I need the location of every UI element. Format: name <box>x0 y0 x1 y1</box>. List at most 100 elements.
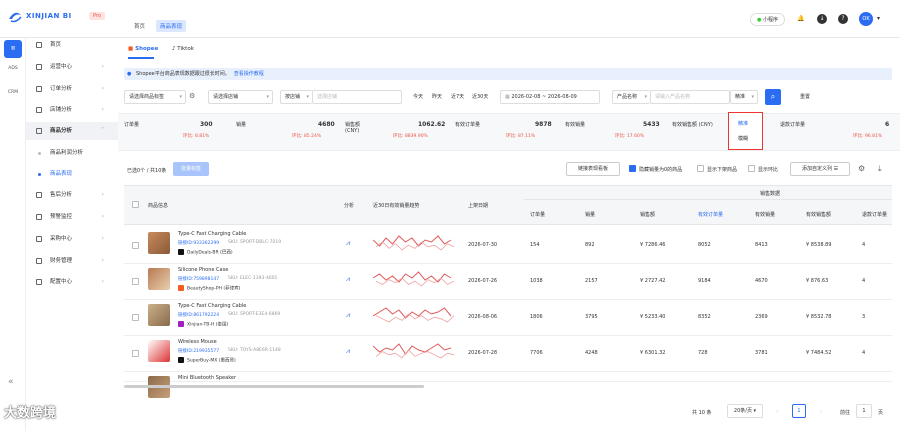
horizontal-scrollbar[interactable] <box>124 385 424 388</box>
page-1[interactable]: 1 <box>792 404 806 418</box>
ads-app-icon[interactable]: ADS <box>4 60 22 78</box>
show-offline-checkbox[interactable] <box>697 165 704 172</box>
quick-today[interactable]: 今天 <box>413 93 423 100</box>
page-size-select[interactable]: 20条/页 ▾ <box>727 404 763 418</box>
cell-refund: 3 <box>862 314 866 320</box>
product-thumbnail[interactable] <box>148 304 170 326</box>
mini-program-button[interactable]: ● 小程序 <box>750 13 785 26</box>
product-thumbnail[interactable] <box>148 232 170 254</box>
row-checkbox[interactable] <box>132 350 139 357</box>
th-valid-amount[interactable]: 有效销售额 <box>806 211 831 218</box>
date-range-picker[interactable]: ▦ 2026-02-08 ~ 2026-08-09 <box>500 90 600 104</box>
product-name-input[interactable]: 请输入产品名称 <box>650 90 730 104</box>
row-checkbox[interactable] <box>132 242 139 249</box>
quick-yesterday[interactable]: 昨天 <box>432 93 442 100</box>
collapse-icon[interactable]: « <box>8 377 14 387</box>
th-amount[interactable]: 销售额 <box>640 211 655 218</box>
trend-sparkline <box>373 343 455 359</box>
next-page-icon[interactable]: › <box>820 409 822 415</box>
row-checkbox[interactable] <box>132 314 139 321</box>
tutorial-link[interactable]: 查看操作教程 <box>234 71 264 77</box>
settings-icon[interactable]: ⚙ <box>189 92 195 100</box>
breadcrumb-home[interactable]: 首页 <box>134 22 145 30</box>
mini-program-icon: ● <box>757 17 762 23</box>
goto-input[interactable]: 1 <box>856 404 872 418</box>
sidebar-item-products[interactable]: 商品分析 ˅ <box>26 122 118 140</box>
finance-icon <box>36 258 42 264</box>
product-link-id[interactable]: 链接ID:933362299 <box>178 240 219 246</box>
match-option-exact[interactable]: 精准 <box>738 120 748 127</box>
bell-icon[interactable]: 🔔 <box>796 14 806 24</box>
product-link-id[interactable]: 链接ID:759898147 <box>178 276 219 282</box>
custom-columns-button[interactable]: 添加自定义列 ☰ <box>790 162 850 176</box>
sidebar-item-aftersales[interactable]: 售后分析 › <box>26 186 118 204</box>
product-field-select[interactable]: 产品名称 ▾ <box>612 90 650 104</box>
shop-name: DailyDeals-BR (巴西) <box>178 249 233 256</box>
prev-page-icon[interactable]: ‹ <box>776 409 778 415</box>
trend-sparkline <box>373 235 455 251</box>
metric-valid-qty: 有效销量 <box>565 122 586 128</box>
cell-v-qty: 8413 <box>755 242 768 248</box>
show-ratio-checkbox[interactable] <box>748 165 755 172</box>
trend-sparkline <box>373 307 455 323</box>
sidebar-item-home[interactable]: 首页 <box>26 36 118 54</box>
sidebar-item-config[interactable]: 配置中心 › <box>26 273 118 291</box>
cell-orders: 7706 <box>530 350 543 356</box>
table-row <box>124 264 892 300</box>
link-dashboard-button[interactable]: 链接表现看板 <box>566 162 620 176</box>
metric-refund-change: 环比: 96.81% <box>853 134 883 139</box>
sidebar-item-alerts[interactable]: 预警监控 › <box>26 208 118 226</box>
avatar[interactable]: OK <box>859 12 873 26</box>
product-link-id[interactable]: 链接ID:861792224 <box>178 312 219 318</box>
quick-30d[interactable]: 近30天 <box>472 93 488 100</box>
th-qty[interactable]: 销量 <box>585 211 595 218</box>
th-refund[interactable]: 退款订单量 <box>862 211 887 218</box>
th-orders[interactable]: 订单量 <box>530 211 545 218</box>
sidebar-item-finance[interactable]: 财务管理 › <box>26 252 118 270</box>
sidebar-item-shops[interactable]: 店铺分析 › <box>26 101 118 119</box>
th-valid-qty[interactable]: 有效销量 <box>755 211 775 218</box>
chart-icon[interactable]: ⩘ <box>346 347 350 356</box>
product-link-id[interactable]: 链接ID:219935577 <box>178 348 219 354</box>
match-select[interactable]: 精准 ▾ <box>730 90 758 104</box>
crm-app-icon[interactable]: CRM <box>4 84 22 102</box>
chart-icon[interactable]: ⩘ <box>346 275 350 284</box>
batch-tag-button[interactable]: 批量标签 <box>173 162 209 176</box>
chart-icon[interactable]: ⩘ <box>346 239 350 248</box>
shop-input[interactable]: 选择店铺 <box>312 90 402 104</box>
hide-zero-checkbox[interactable] <box>629 165 636 172</box>
reset-button[interactable]: 重置 <box>800 93 810 100</box>
download-icon[interactable]: ⤓ <box>878 164 882 174</box>
chart-icon[interactable]: ⩘ <box>346 311 350 320</box>
select-all-checkbox[interactable] <box>132 201 139 208</box>
match-option-fuzzy[interactable]: 模糊 <box>738 135 748 142</box>
search-button[interactable]: ⌕ <box>765 89 781 105</box>
product-thumbnail[interactable] <box>148 340 170 362</box>
sidebar-item-operations[interactable]: 运营中心 › <box>26 58 118 76</box>
sidebar-subitem-performance[interactable]: 商品表现 <box>26 165 72 183</box>
bi-app-icon[interactable]: ▥ <box>4 40 22 58</box>
th-listing-date[interactable]: 上架日期 <box>468 202 488 209</box>
product-thumbnail[interactable] <box>148 268 170 290</box>
row-checkbox[interactable] <box>132 278 139 285</box>
sidebar-item-purchase[interactable]: 采购中心 › <box>26 230 118 248</box>
cloud-download-icon[interactable]: ↓ <box>817 14 827 24</box>
metric-valid-qty-change: 环比: 17.60% <box>615 134 645 139</box>
quick-7d[interactable]: 近7天 <box>451 93 464 100</box>
cell-amount: ¥ 2727.42 <box>640 278 666 284</box>
breadcrumb-current[interactable]: 商品表现 <box>156 20 187 32</box>
tab-tiktok[interactable]: ♪ Tiktok <box>172 46 194 52</box>
tag-select[interactable]: 请选择商品标签 ▾ <box>124 90 186 104</box>
shop-mode-select[interactable]: 按店铺 ▾ <box>280 90 312 104</box>
gear-icon[interactable]: ⚙ <box>858 164 865 173</box>
th-valid-orders[interactable]: 有效订单量 <box>698 211 723 218</box>
sidebar-subitem-profit[interactable]: 商品利润分析 <box>26 144 83 162</box>
list-icon: ☰ <box>833 166 839 172</box>
tab-shopee[interactable]: ■ Shopee <box>128 46 158 52</box>
sidebar-item-orders[interactable]: 订单分析 › <box>26 80 118 98</box>
help-icon[interactable]: ? <box>838 14 848 24</box>
chevron-down-icon[interactable]: ▾ <box>877 15 880 22</box>
shop-type-select[interactable]: 请选择店铺 ▾ <box>208 90 273 104</box>
th-product: 商品信息 <box>148 203 169 209</box>
cell-qty: 4248 <box>585 350 598 356</box>
